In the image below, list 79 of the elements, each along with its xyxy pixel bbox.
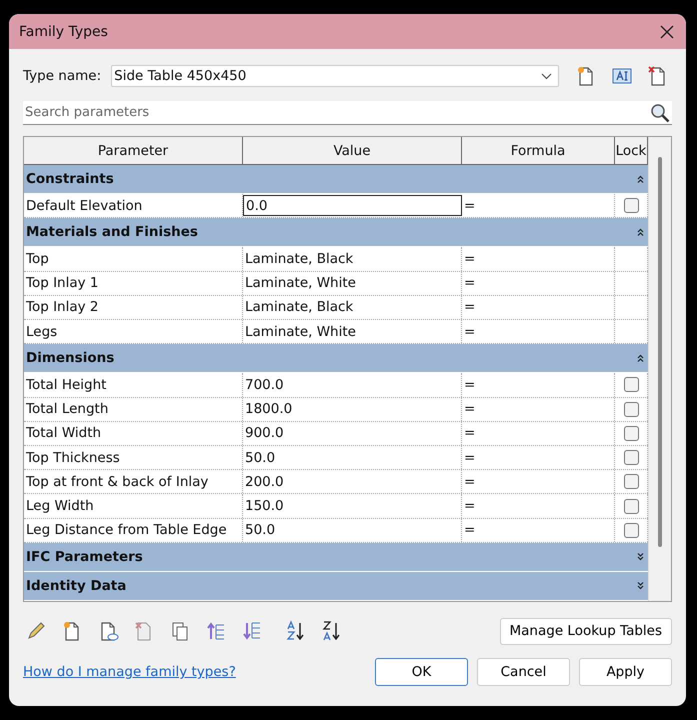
close-icon[interactable] [660,24,674,38]
value-cell[interactable]: 200.0 [243,470,462,494]
collapse-icon[interactable] [637,354,644,362]
parameter-cell: Total Length [24,398,243,421]
group-title: Constraints [26,171,114,188]
value-cell[interactable]: 700.0 [243,373,462,397]
value-cell[interactable]: 50.0 [243,446,462,470]
dialog-button[interactable]: OK [375,658,468,686]
edit-icon[interactable] [25,620,47,642]
type-name-label: Type name: [23,68,102,84]
help-link[interactable]: How do I manage family types? [23,664,236,680]
collapse-icon[interactable] [637,228,644,236]
group-header[interactable]: IFC Parameters [24,542,648,572]
parameter-cell: Legs [24,320,243,344]
value-cell[interactable]: 0.0 [243,195,462,216]
group-header[interactable]: Materials and Finishes [24,218,648,248]
column-header[interactable]: Parameter [24,137,243,164]
parameter-cell: Top Inlay 1 [24,272,243,295]
group-header[interactable]: Identity Data [24,572,648,601]
chevron-down-icon [541,72,552,80]
lock-checkbox[interactable] [624,426,639,441]
window-title: Family Types [19,24,108,40]
value-cell[interactable]: 1800.0 [243,398,462,421]
search-field[interactable]: Search parameters [23,101,672,125]
formula-cell[interactable]: = [462,518,615,542]
lock-checkbox[interactable] [624,402,639,417]
formula-cell[interactable]: = [462,398,615,421]
parameter-cell: Top at front & back of Inlay [24,470,243,494]
parameter-cell: Total Height [24,373,243,397]
formula-cell[interactable]: = [462,296,615,320]
value-cell[interactable]: Laminate, White [243,272,462,295]
group-title: Materials and Finishes [26,224,198,240]
parameter-cell: Default Elevation [24,194,243,218]
collapse-icon[interactable] [637,175,644,184]
group-header[interactable]: Constraints [24,165,648,194]
lock-checkbox[interactable] [624,522,639,538]
value-cell[interactable]: Laminate, White [243,320,462,344]
parameter-cell: Leg Distance from Table Edge [24,518,243,542]
group-title: Dimensions [26,350,114,366]
group-title: Identity Data [26,578,126,594]
type-name-dropdown[interactable]: Side Table 450x450 [111,65,560,87]
search-icon[interactable] [650,103,670,123]
column-header[interactable]: Value [243,137,462,164]
value-cell[interactable]: Laminate, Black [243,296,462,320]
formula-cell[interactable]: = [462,194,615,218]
lock-checkbox[interactable] [624,474,639,490]
parameter-cell: Leg Width [24,494,243,518]
group-header[interactable]: Dimensions [24,344,648,374]
formula-cell[interactable]: = [462,320,615,344]
move-down-icon[interactable] [241,620,263,642]
expand-icon[interactable] [637,582,644,590]
lock-checkbox[interactable] [624,450,639,466]
parameter-cell: Top Inlay 2 [24,296,243,320]
parameter-cell: Top [24,247,243,271]
scrollbar-thumb[interactable] [658,157,662,547]
lock-checkbox[interactable] [624,377,639,392]
value-cell[interactable]: 900.0 [243,422,462,446]
column-header[interactable]: Lock [615,137,648,164]
manage-lookup-tables-button[interactable]: Manage Lookup Tables [500,618,672,644]
move-up-icon[interactable] [205,620,227,642]
lock-checkbox[interactable] [624,498,639,514]
value-cell[interactable]: 50.0 [243,518,462,542]
group-title: IFC Parameters [26,548,143,565]
formula-cell[interactable]: = [462,247,615,271]
parameter-cell: Total Width [24,422,243,446]
value-cell[interactable]: Laminate, Black [243,247,462,271]
dialog-button[interactable]: Cancel [477,658,570,686]
parameter-cell: Top Thickness [24,446,243,470]
formula-cell[interactable]: = [462,446,615,470]
formula-cell[interactable]: = [462,422,615,446]
value-cell[interactable]: 150.0 [243,494,462,518]
expand-icon[interactable] [637,552,644,561]
lock-checkbox[interactable] [624,198,639,214]
formula-cell[interactable]: = [462,272,615,295]
column-header[interactable]: Formula [462,137,615,164]
dialog-button[interactable]: Apply [579,658,672,686]
formula-cell[interactable]: = [462,470,615,494]
formula-cell[interactable]: = [462,494,615,518]
formula-cell[interactable]: = [462,373,615,397]
